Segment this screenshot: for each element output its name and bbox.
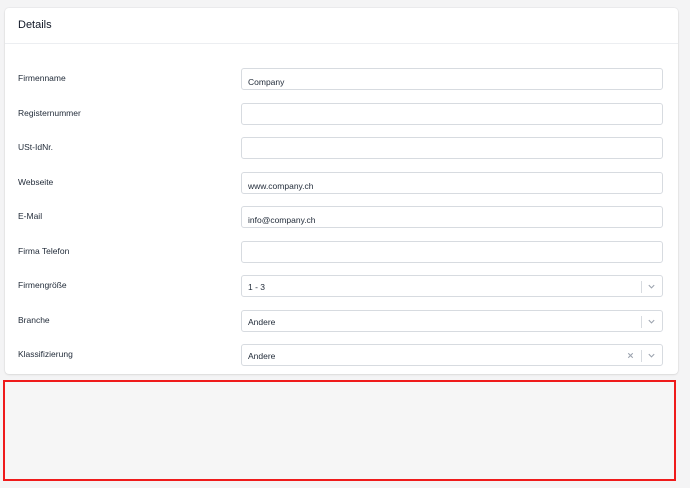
form-row-branche: Branche Andere — [5, 310, 678, 332]
webseite-label: Webseite — [18, 177, 54, 187]
firmenname-input[interactable] — [241, 68, 663, 90]
ust-idnr-label: USt-IdNr. — [18, 142, 53, 152]
firmengroesse-label: Firmengröße — [18, 280, 67, 290]
form-row-webseite: Webseite — [5, 172, 678, 194]
firmengroesse-value: 1 - 3 — [248, 282, 266, 292]
select-separator — [641, 316, 642, 328]
form-row-registernummer: Registernummer — [5, 103, 678, 125]
firmengroesse-select[interactable]: 1 - 3 — [241, 275, 663, 297]
branche-select[interactable]: Andere — [241, 310, 663, 332]
form-row-email: E-Mail — [5, 206, 678, 228]
registernummer-input[interactable] — [241, 103, 663, 125]
firma-telefon-input[interactable] — [241, 241, 663, 263]
card-title: Details — [5, 8, 678, 44]
ust-idnr-input[interactable] — [241, 137, 663, 159]
clear-icon[interactable] — [626, 351, 635, 360]
form-row-firmenname: Firmenname — [5, 68, 678, 90]
registernummer-label: Registernummer — [18, 108, 81, 118]
firmenname-label: Firmenname — [18, 73, 66, 83]
details-card: Details Firmenname Registernummer USt-Id… — [5, 8, 678, 374]
form-row-klassifizierung: Klassifizierung Andere — [5, 344, 678, 366]
webseite-input[interactable] — [241, 172, 663, 194]
form-row-ust-idnr: USt-IdNr. — [5, 137, 678, 159]
email-input[interactable] — [241, 206, 663, 228]
form-row-firma-telefon: Firma Telefon — [5, 241, 678, 263]
chevron-down-icon[interactable] — [647, 317, 656, 326]
select-separator — [641, 281, 642, 293]
branche-label: Branche — [18, 315, 50, 325]
email-label: E-Mail — [18, 211, 43, 221]
firma-telefon-label: Firma Telefon — [18, 246, 70, 256]
branche-value: Andere — [248, 317, 276, 327]
highlighted-empty-region — [3, 380, 676, 481]
chevron-down-icon[interactable] — [647, 351, 656, 360]
klassifizierung-select[interactable]: Andere — [241, 344, 663, 366]
chevron-down-icon[interactable] — [647, 282, 656, 291]
form-row-firmengroesse: Firmengröße 1 - 3 — [5, 275, 678, 297]
klassifizierung-label: Klassifizierung — [18, 349, 73, 359]
klassifizierung-value: Andere — [248, 351, 276, 361]
select-separator — [641, 350, 642, 362]
